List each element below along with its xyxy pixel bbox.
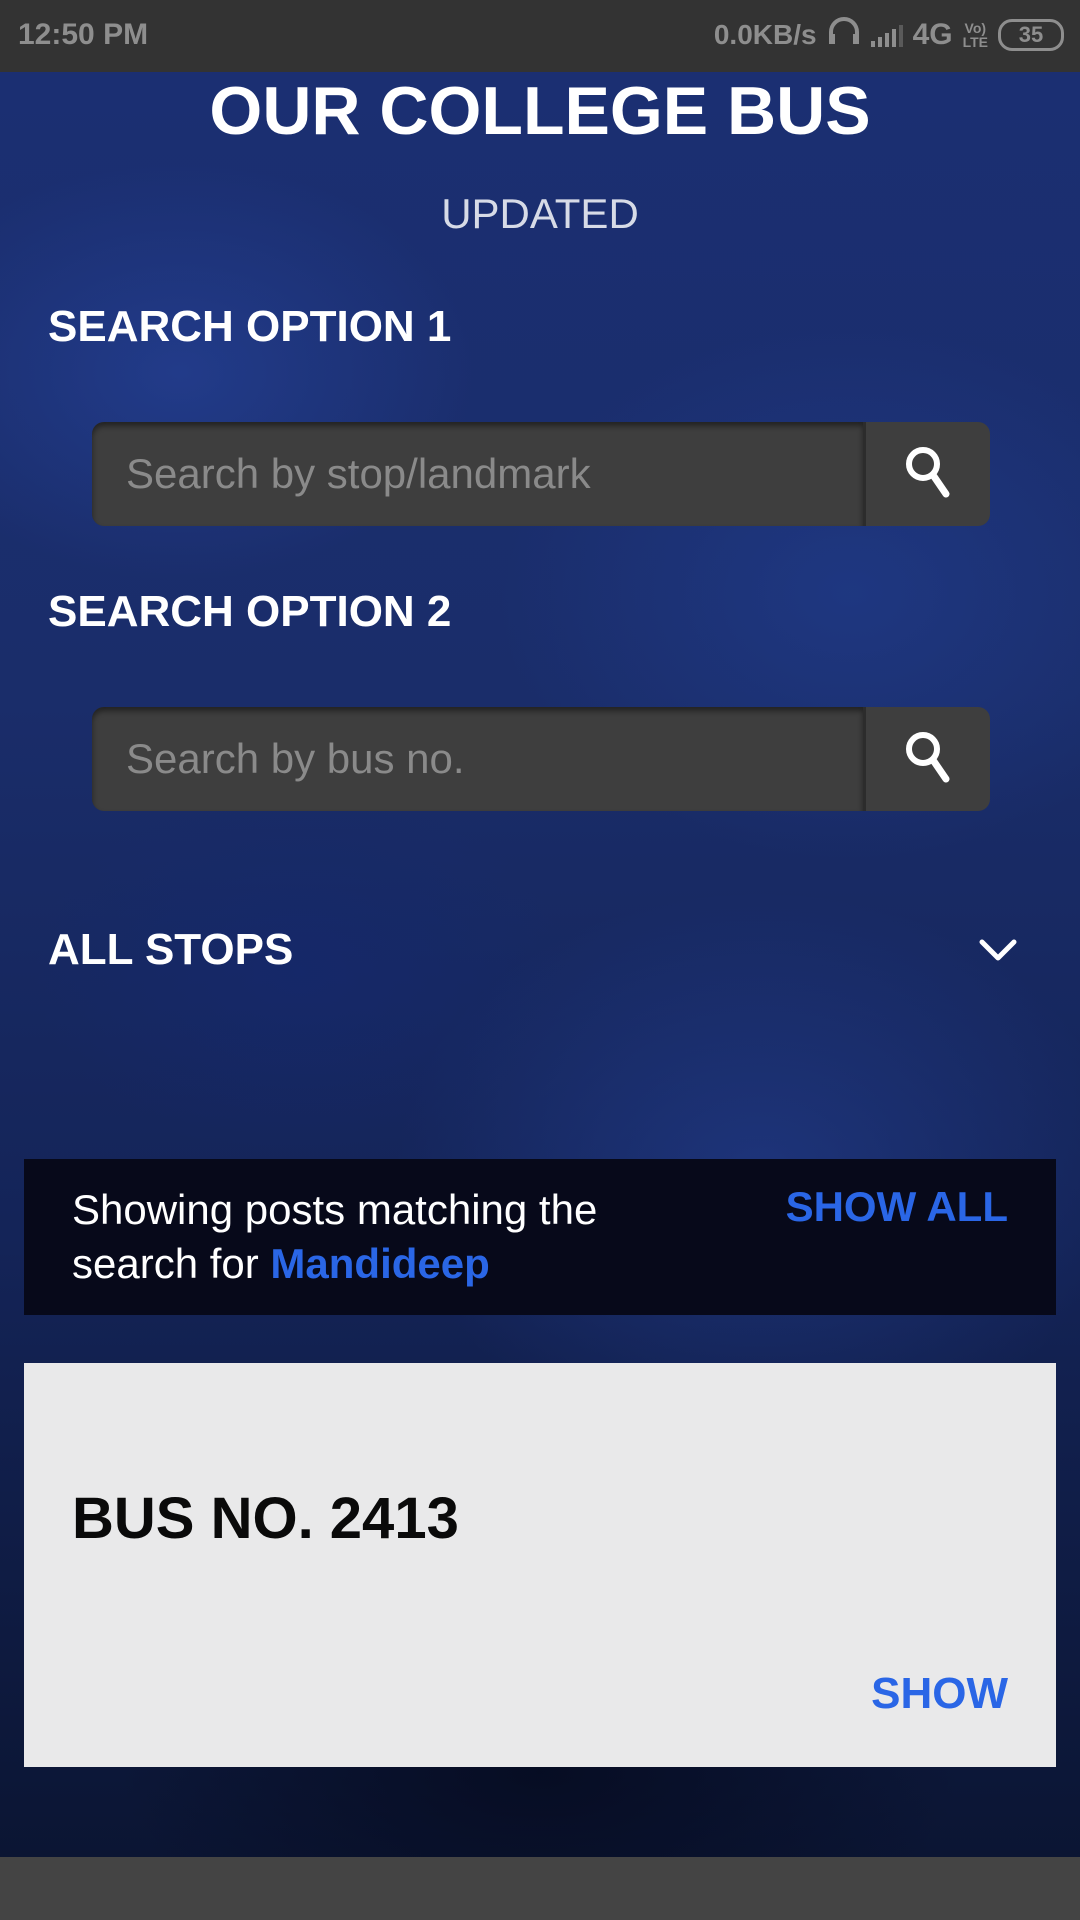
stop-search-button[interactable] [863, 422, 990, 526]
stop-search-bar [92, 422, 990, 526]
search-icon [904, 729, 952, 790]
bus-search-bar [92, 707, 990, 811]
all-stops-dropdown[interactable]: ALL STOPS [48, 920, 1018, 980]
stop-search-input[interactable] [92, 422, 863, 526]
status-bar: 12:50 PM 0.0KB/s 4G Vo) LTE 35 [0, 0, 1080, 72]
search-option-1-label: SEARCH OPTION 1 [48, 302, 452, 351]
chevron-down-icon [978, 925, 1018, 975]
battery-icon: 35 [998, 19, 1064, 51]
bus-number-title: BUS NO. 2413 [72, 1486, 459, 1551]
bus-number-search-input[interactable] [92, 707, 863, 811]
app-subtitle: UPDATED [441, 190, 639, 237]
all-stops-label: ALL STOPS [48, 925, 294, 974]
signal-icon [870, 23, 903, 47]
search-option-2-label: SEARCH OPTION 2 [48, 587, 452, 636]
bus-search-button[interactable] [863, 707, 990, 811]
volte-icon: Vo) LTE [962, 20, 988, 50]
status-time: 12:50 PM [18, 18, 149, 51]
navigation-bar [0, 1857, 1080, 1920]
bus-result-card[interactable]: BUS NO. 2413 SHOW [24, 1363, 1056, 1767]
net-speed: 0.0KB/s [713, 19, 817, 50]
show-all-button[interactable]: SHOW ALL [786, 1183, 1008, 1231]
network-type: 4G [912, 18, 953, 51]
filter-message: Showing posts matching the search for Ma… [72, 1183, 692, 1291]
status-icons: 0.0KB/s 4G Vo) LTE 35 [714, 16, 1064, 54]
headphones-icon [827, 16, 861, 54]
filter-query: Mandideep [270, 1240, 490, 1287]
show-button[interactable]: SHOW [871, 1669, 1008, 1719]
app-title: OUR COLLEGE BUS [209, 73, 871, 149]
search-icon [904, 444, 952, 505]
search-filter-banner: Showing posts matching the search for Ma… [24, 1159, 1056, 1315]
